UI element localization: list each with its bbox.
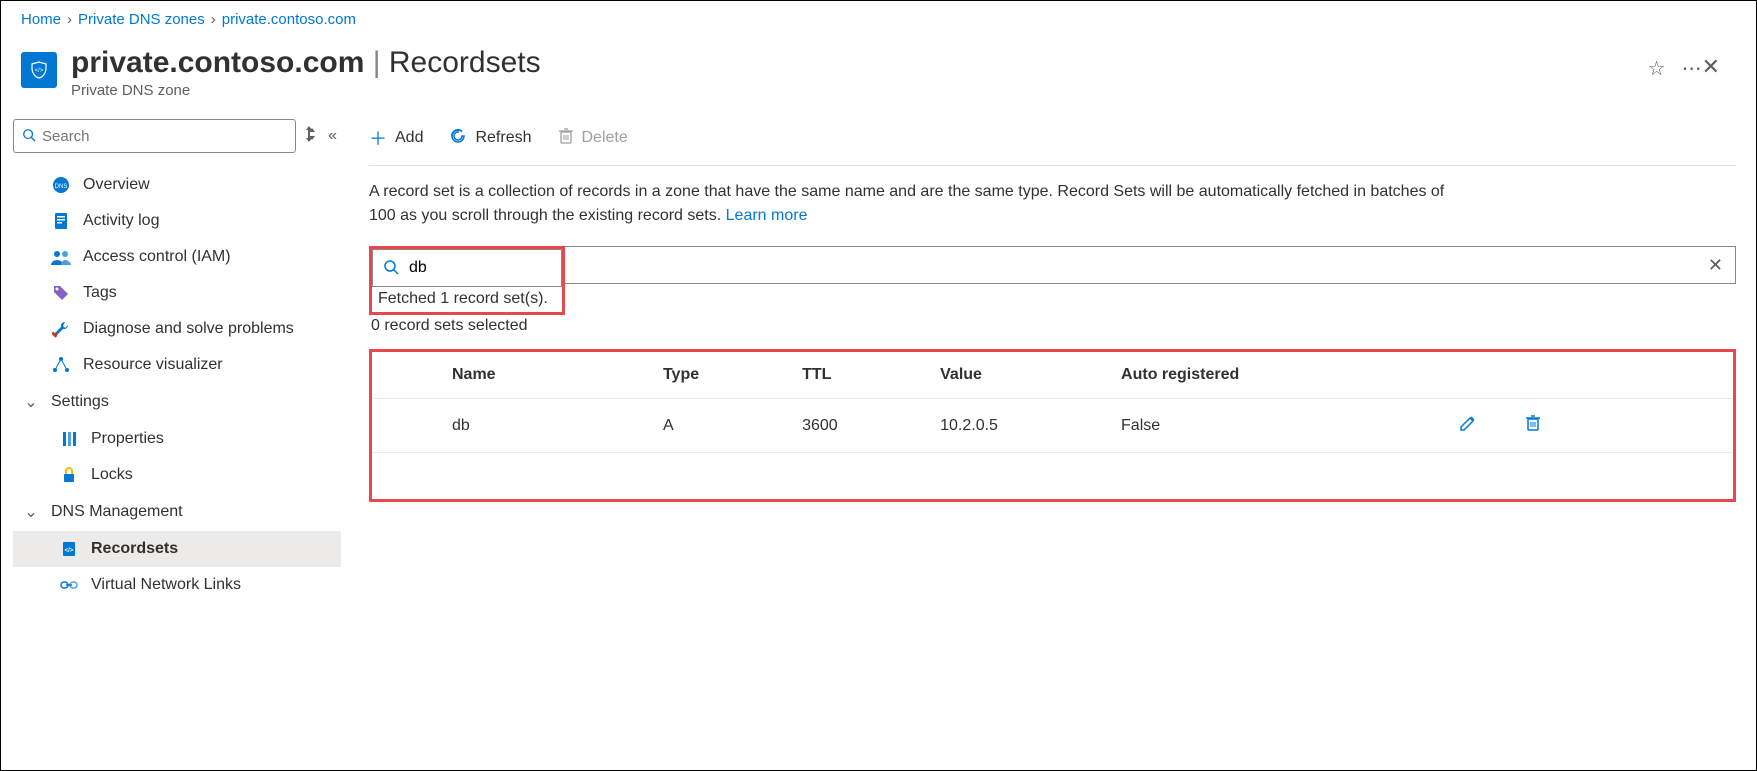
recordsets-table-container: Name Type TTL Value Auto registered db A… xyxy=(369,349,1736,502)
sidebar-item-label: Resource visualizer xyxy=(83,356,223,374)
sidebar-item-label: Overview xyxy=(83,176,150,194)
sidebar-item-locks[interactable]: Locks xyxy=(13,457,341,493)
col-value[interactable]: Value xyxy=(922,352,1103,399)
svg-text:DNS: DNS xyxy=(55,184,68,190)
col-type[interactable]: Type xyxy=(645,352,784,399)
col-ttl[interactable]: TTL xyxy=(784,352,922,399)
link-icon xyxy=(59,578,79,592)
sidebar-item-label: Virtual Network Links xyxy=(91,576,241,594)
chevron-down-icon: ⌄ xyxy=(23,392,39,412)
edit-row-button[interactable] xyxy=(1458,413,1478,436)
sidebar-item-label: Tags xyxy=(83,284,117,302)
sidebar-item-activity-log[interactable]: Activity log xyxy=(13,203,341,239)
record-search-input[interactable] xyxy=(409,259,529,277)
add-button[interactable]: ＋ Add xyxy=(369,125,423,151)
recordset-icon: </> xyxy=(59,540,79,558)
chevron-down-icon: ⌄ xyxy=(23,502,39,522)
sidebar-group-settings[interactable]: ⌄ Settings xyxy=(13,383,341,421)
sidebar-item-tags[interactable]: Tags xyxy=(13,275,341,311)
col-auto-registered[interactable]: Auto registered xyxy=(1103,352,1400,399)
sidebar-search-input[interactable] xyxy=(42,128,287,145)
refresh-label: Refresh xyxy=(475,129,531,147)
cell-value: 10.2.0.5 xyxy=(922,399,1103,453)
close-blade-button[interactable]: ✕ xyxy=(1702,46,1736,80)
sidebar-group-label: DNS Management xyxy=(51,503,183,521)
table-row[interactable]: db A 3600 10.2.0.5 False xyxy=(372,399,1733,453)
lock-icon xyxy=(59,466,79,484)
sidebar-group-dns-management[interactable]: ⌄ DNS Management xyxy=(13,493,341,531)
sidebar-group-label: Settings xyxy=(51,393,109,411)
cell-auto: False xyxy=(1103,399,1400,453)
tag-icon xyxy=(51,284,71,302)
search-icon xyxy=(22,128,36,145)
recordsets-table: Name Type TTL Value Auto registered db A… xyxy=(372,352,1733,499)
page-title: private.contoso.com | Recordsets xyxy=(71,46,1628,80)
fetched-count-text: Fetched 1 record set(s). xyxy=(378,290,556,308)
log-icon xyxy=(51,212,71,230)
table-empty-row xyxy=(372,453,1733,499)
sidebar-item-overview[interactable]: DNS Overview xyxy=(13,167,341,203)
breadcrumb: Home › Private DNS zones › private.conto… xyxy=(1,1,1756,38)
cell-type: A xyxy=(645,399,784,453)
globe-icon: DNS xyxy=(51,176,71,194)
sidebar-item-properties[interactable]: Properties xyxy=(13,421,341,457)
sidebar: « DNS Overview Activity log Access contr… xyxy=(1,119,341,603)
refresh-icon xyxy=(449,127,467,150)
col-name[interactable]: Name xyxy=(372,352,645,399)
graph-icon xyxy=(51,356,71,374)
breadcrumb-home[interactable]: Home xyxy=(21,11,61,28)
delete-row-button[interactable] xyxy=(1523,413,1543,436)
sidebar-item-label: Activity log xyxy=(83,212,159,230)
sidebar-item-label: Diagnose and solve problems xyxy=(83,320,294,338)
delete-label: Delete xyxy=(582,129,628,147)
trash-icon xyxy=(558,127,574,150)
add-label: Add xyxy=(395,129,423,147)
sidebar-item-label: Properties xyxy=(91,430,164,448)
dns-zone-icon: </> xyxy=(21,52,57,88)
clear-search-button[interactable]: ✕ xyxy=(1708,255,1723,276)
breadcrumb-zones[interactable]: Private DNS zones xyxy=(78,11,205,28)
sidebar-item-label: Access control (IAM) xyxy=(83,248,231,266)
sidebar-item-access-control[interactable]: Access control (IAM) xyxy=(13,239,341,275)
cell-ttl: 3600 xyxy=(784,399,922,453)
svg-text:</>: </> xyxy=(35,68,44,74)
table-header-row: Name Type TTL Value Auto registered xyxy=(372,352,1733,399)
wrench-icon xyxy=(51,320,71,338)
resource-name: private.contoso.com xyxy=(71,46,364,79)
sidebar-item-label: Recordsets xyxy=(91,540,178,558)
sidebar-item-vnet-links[interactable]: Virtual Network Links xyxy=(13,567,341,603)
sidebar-item-recordsets[interactable]: </> Recordsets xyxy=(13,531,341,567)
toolbar: ＋ Add Refresh Delete xyxy=(369,119,1736,166)
selected-count-text: 0 record sets selected xyxy=(369,315,1736,349)
favorite-button[interactable]: ☆ xyxy=(1648,56,1666,81)
plus-icon: ＋ xyxy=(369,125,387,151)
resource-type-label: Private DNS zone xyxy=(71,82,1628,99)
properties-icon xyxy=(59,430,79,448)
main-content: ＋ Add Refresh Delete A record set is a c… xyxy=(341,119,1756,603)
breadcrumb-sep: › xyxy=(211,11,216,28)
sidebar-item-label: Locks xyxy=(91,466,133,484)
sidebar-item-resource-visualizer[interactable]: Resource visualizer xyxy=(13,347,341,383)
search-icon xyxy=(383,259,399,278)
cell-name: db xyxy=(372,399,645,453)
description-text: A record set is a collection of records … xyxy=(369,166,1469,246)
refresh-button[interactable]: Refresh xyxy=(449,127,531,150)
sort-button[interactable] xyxy=(306,126,318,147)
sidebar-item-diagnose[interactable]: Diagnose and solve problems xyxy=(13,311,341,347)
section-title: Recordsets xyxy=(389,46,541,79)
breadcrumb-sep: › xyxy=(67,11,72,28)
delete-button: Delete xyxy=(558,127,628,150)
page-header: </> private.contoso.com | Recordsets Pri… xyxy=(1,38,1756,119)
sidebar-search[interactable] xyxy=(13,119,296,153)
breadcrumb-current[interactable]: private.contoso.com xyxy=(222,11,356,28)
people-icon xyxy=(51,249,71,265)
learn-more-link[interactable]: Learn more xyxy=(726,207,808,224)
more-actions-button[interactable]: ⋯ xyxy=(1682,56,1702,81)
collapse-sidebar-button[interactable]: « xyxy=(328,127,337,145)
svg-text:</>: </> xyxy=(65,548,74,554)
